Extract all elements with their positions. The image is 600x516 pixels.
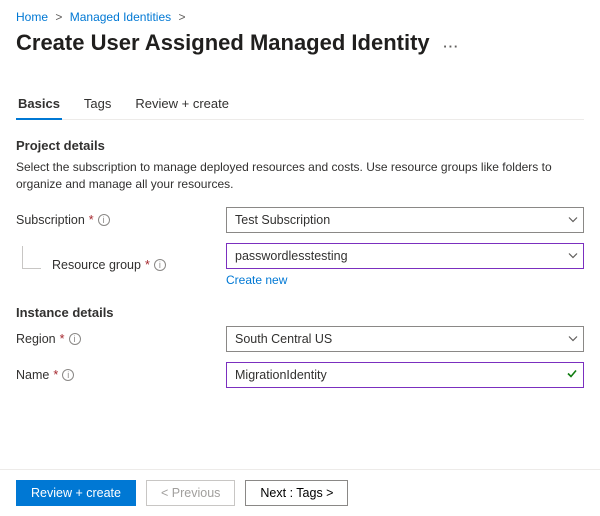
required-indicator: *	[53, 368, 58, 382]
info-icon[interactable]: i	[98, 214, 110, 226]
region-select[interactable]: South Central US	[226, 326, 584, 352]
resource-group-select[interactable]: passwordlesstesting	[226, 243, 584, 269]
project-details-heading: Project details	[16, 138, 584, 153]
required-indicator: *	[145, 258, 150, 272]
page-title: Create User Assigned Managed Identity	[16, 30, 430, 60]
breadcrumb-managed-identities[interactable]: Managed Identities	[70, 10, 171, 24]
subscription-label-text: Subscription	[16, 213, 85, 227]
instance-details-heading: Instance details	[16, 305, 584, 320]
region-label-text: Region	[16, 332, 56, 346]
tab-tags[interactable]: Tags	[82, 90, 113, 119]
chevron-right-icon: >	[51, 10, 66, 24]
resource-group-label-text: Resource group	[52, 258, 141, 272]
region-row: Region * i South Central US	[16, 326, 584, 352]
create-new-link[interactable]: Create new	[226, 273, 287, 287]
breadcrumb-home[interactable]: Home	[16, 10, 48, 24]
subscription-row: Subscription * i Test Subscription	[16, 207, 584, 233]
review-create-button[interactable]: Review + create	[16, 480, 136, 506]
resource-group-row: Resource group * i passwordlesstesting C…	[16, 243, 584, 287]
tab-basics[interactable]: Basics	[16, 90, 62, 119]
region-label: Region * i	[16, 332, 226, 346]
name-label-text: Name	[16, 368, 49, 382]
footer-bar: Review + create < Previous Next : Tags >	[0, 469, 600, 516]
chevron-right-icon: >	[174, 10, 189, 24]
next-button[interactable]: Next : Tags >	[245, 480, 348, 506]
info-icon[interactable]: i	[154, 259, 166, 271]
info-icon[interactable]: i	[69, 333, 81, 345]
info-icon[interactable]: i	[62, 369, 74, 381]
tab-review-create[interactable]: Review + create	[133, 90, 231, 119]
subscription-label: Subscription * i	[16, 213, 226, 227]
check-icon	[566, 367, 578, 382]
required-indicator: *	[60, 332, 65, 346]
name-row: Name * i	[16, 362, 584, 388]
breadcrumb: Home > Managed Identities >	[16, 10, 584, 30]
name-label: Name * i	[16, 368, 226, 382]
tabs: Basics Tags Review + create	[16, 90, 584, 120]
project-details-description: Select the subscription to manage deploy…	[16, 159, 584, 193]
more-actions-icon[interactable]: ···	[443, 39, 459, 54]
subscription-select[interactable]: Test Subscription	[226, 207, 584, 233]
previous-button: < Previous	[146, 480, 235, 506]
required-indicator: *	[89, 213, 94, 227]
name-input[interactable]	[226, 362, 584, 388]
resource-group-label: Resource group * i	[16, 258, 226, 272]
